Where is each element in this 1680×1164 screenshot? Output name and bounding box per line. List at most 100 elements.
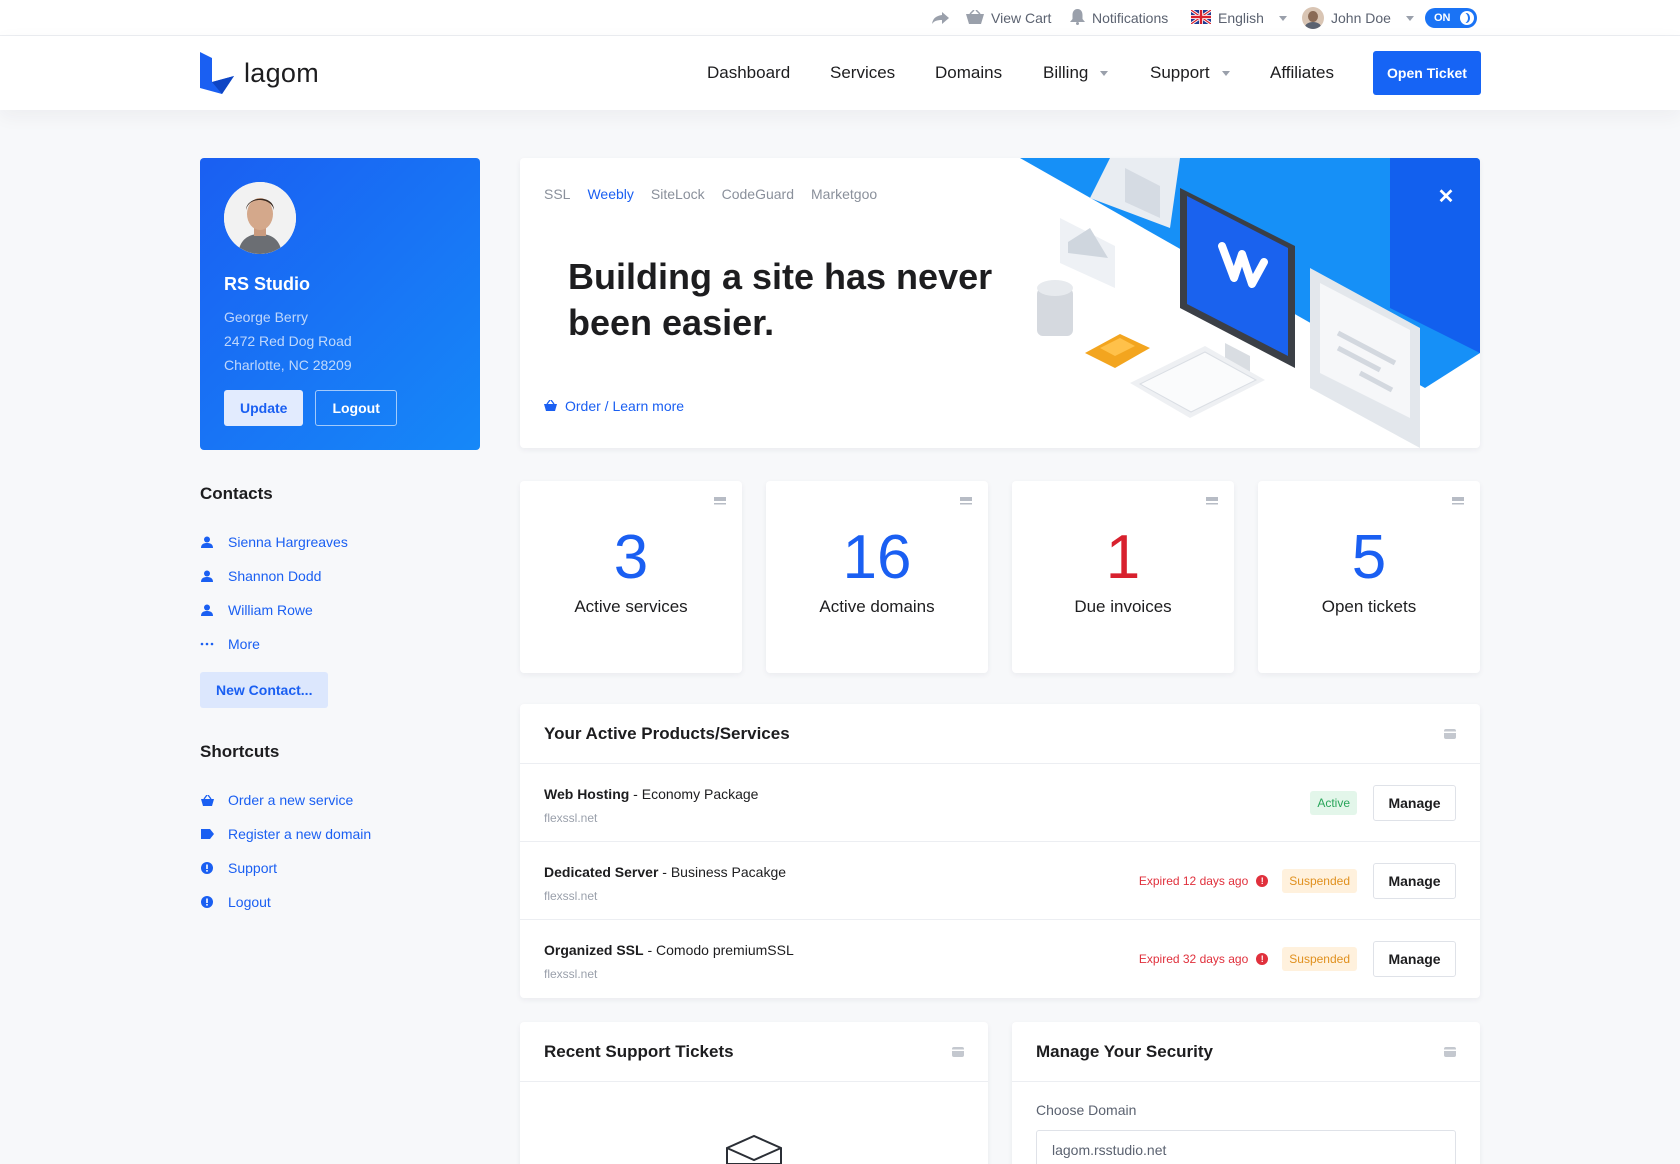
shortcut-label: Order a new service xyxy=(228,792,354,808)
nav-billing-label: Billing xyxy=(1043,63,1089,82)
nav-support-label: Support xyxy=(1150,63,1210,82)
stat-card-due-invoices[interactable]: 1 Due invoices xyxy=(1012,481,1234,673)
promo-tab-weebly[interactable]: Weebly xyxy=(587,186,633,202)
close-icon[interactable]: ✕ xyxy=(1412,158,1480,234)
promo-banner: SSL Weebly SiteLock CodeGuard Marketgoo … xyxy=(520,158,1480,448)
expired-notice: Expired 12 days ago ! xyxy=(1138,874,1269,888)
user-avatar xyxy=(1302,7,1324,29)
contact-item[interactable]: Shannon Dodd xyxy=(200,559,348,593)
stat-label: Due invoices xyxy=(1074,597,1172,616)
minimize-icon[interactable] xyxy=(714,497,726,507)
stat-label: Open tickets xyxy=(1321,597,1417,616)
mode-toggle[interactable]: ON xyxy=(1425,8,1477,28)
logo-icon xyxy=(200,52,234,94)
user-icon xyxy=(200,536,214,548)
logout-button[interactable]: Logout xyxy=(315,390,397,426)
alert-circle-icon xyxy=(200,862,214,874)
service-row[interactable]: Dedicated Server - Business Pacakge flex… xyxy=(520,842,1480,920)
company-name: RS Studio xyxy=(224,274,310,294)
open-ticket-button[interactable]: Open Ticket xyxy=(1373,51,1481,95)
status-badge: Suspended xyxy=(1282,947,1357,971)
domain-select[interactable]: lagom.rsstudio.net xyxy=(1036,1130,1456,1164)
service-actions: Active Manage xyxy=(1310,785,1456,821)
shortcut-support[interactable]: Support xyxy=(200,851,371,885)
promo-learn-more-link[interactable]: Order / Learn more xyxy=(544,398,684,414)
profile-address: George Berry 2472 Red Dog Road Charlotte… xyxy=(224,305,456,377)
card-icon[interactable] xyxy=(1444,729,1456,739)
manage-button[interactable]: Manage xyxy=(1373,863,1456,899)
manage-button[interactable]: Manage xyxy=(1373,785,1456,821)
minimize-icon[interactable] xyxy=(960,497,972,507)
shortcut-order-service[interactable]: Order a new service xyxy=(200,783,371,817)
expired-text: Expired 32 days ago xyxy=(1138,952,1249,966)
toggle-label: ON xyxy=(1434,12,1451,24)
language-label: English xyxy=(1218,10,1264,26)
nav-billing[interactable]: Billing xyxy=(1043,36,1109,110)
view-cart-label: View Cart xyxy=(991,10,1052,26)
user-icon xyxy=(200,570,214,582)
card-icon[interactable] xyxy=(1444,1047,1456,1057)
contacts-more-link[interactable]: More xyxy=(200,627,348,661)
more-dots-icon xyxy=(200,642,214,646)
language-selector[interactable]: English xyxy=(1190,0,1287,36)
logo[interactable]: lagom xyxy=(200,52,319,94)
promo-tab-marketgoo[interactable]: Marketgoo xyxy=(811,186,877,202)
promo-tab-codeguard[interactable]: CodeGuard xyxy=(722,186,794,202)
user-name: John Doe xyxy=(1331,10,1391,26)
nav-services[interactable]: Services xyxy=(830,36,895,110)
stat-card-active-services[interactable]: 3 Active services xyxy=(520,481,742,673)
shortcuts-title: Shortcuts xyxy=(200,742,280,761)
shortcut-register-domain[interactable]: Register a new domain xyxy=(200,817,371,851)
moon-icon xyxy=(1460,11,1474,25)
card-icon[interactable] xyxy=(952,1047,964,1057)
chevron-down-icon xyxy=(1100,70,1109,76)
notifications-link[interactable]: Notifications xyxy=(1070,0,1168,36)
promo-tab-ssl[interactable]: SSL xyxy=(544,186,570,202)
shortcut-label: Support xyxy=(228,860,278,876)
nav-domains[interactable]: Domains xyxy=(935,36,1002,110)
status-badge: Active xyxy=(1310,791,1357,815)
service-name: Dedicated Server - Business Pacakge xyxy=(544,864,787,880)
manage-button[interactable]: Manage xyxy=(1373,941,1456,977)
nav-dashboard[interactable]: Dashboard xyxy=(707,36,790,110)
expired-text: Expired 12 days ago xyxy=(1138,874,1249,888)
chevron-down-icon xyxy=(1221,70,1230,76)
alert-circle-icon: ! xyxy=(1256,875,1269,887)
minimize-icon[interactable] xyxy=(1206,497,1218,507)
service-row[interactable]: Organized SSL - Comodo premiumSSL flexss… xyxy=(520,920,1480,998)
view-cart-link[interactable]: View Cart xyxy=(966,0,1051,36)
shortcut-label: Logout xyxy=(228,894,271,910)
service-row[interactable]: Web Hosting - Economy Package flexssl.ne… xyxy=(520,764,1480,842)
user-icon xyxy=(200,604,214,616)
service-domain: flexssl.net xyxy=(544,811,598,825)
panel-title: Recent Support Tickets xyxy=(520,1022,988,1082)
service-domain: flexssl.net xyxy=(544,967,598,981)
contact-name: Shannon Dodd xyxy=(228,568,322,584)
stat-card-active-domains[interactable]: 16 Active domains xyxy=(766,481,988,673)
update-button[interactable]: Update xyxy=(224,390,304,426)
promo-headline: Building a site has never been easier. xyxy=(568,256,993,343)
promo-tab-sitelock[interactable]: SiteLock xyxy=(651,186,705,202)
promo-link-label: Order / Learn more xyxy=(565,398,685,414)
share-icon[interactable] xyxy=(932,0,950,36)
alert-circle-icon xyxy=(200,896,214,908)
contact-item[interactable]: William Rowe xyxy=(200,593,348,627)
promo-tabs: SSL Weebly SiteLock CodeGuard Marketgoo xyxy=(544,186,877,202)
status-badge: Suspended xyxy=(1282,869,1357,893)
minimize-icon[interactable] xyxy=(1452,497,1464,507)
contact-item[interactable]: Sienna Hargreaves xyxy=(200,525,348,559)
user-menu[interactable]: John Doe xyxy=(1302,0,1414,36)
nav-support[interactable]: Support xyxy=(1150,36,1230,110)
panel-title-text: Your Active Products/Services xyxy=(544,723,790,743)
nav-affiliates[interactable]: Affiliates xyxy=(1270,36,1334,110)
stat-card-open-tickets[interactable]: 5 Open tickets xyxy=(1258,481,1480,673)
logo-text: lagom xyxy=(244,57,320,88)
new-contact-button[interactable]: New Contact... xyxy=(200,672,329,708)
top-utility-bar: View Cart Notifications English John Doe… xyxy=(0,0,1680,36)
panel-title-text: Manage Your Security xyxy=(1036,1041,1213,1061)
shortcut-label: Register a new domain xyxy=(228,826,372,842)
stat-label: Active domains xyxy=(819,597,935,616)
shortcut-logout[interactable]: Logout xyxy=(200,885,371,919)
stat-value: 5 xyxy=(1351,523,1387,592)
stat-label: Active services xyxy=(574,597,688,616)
